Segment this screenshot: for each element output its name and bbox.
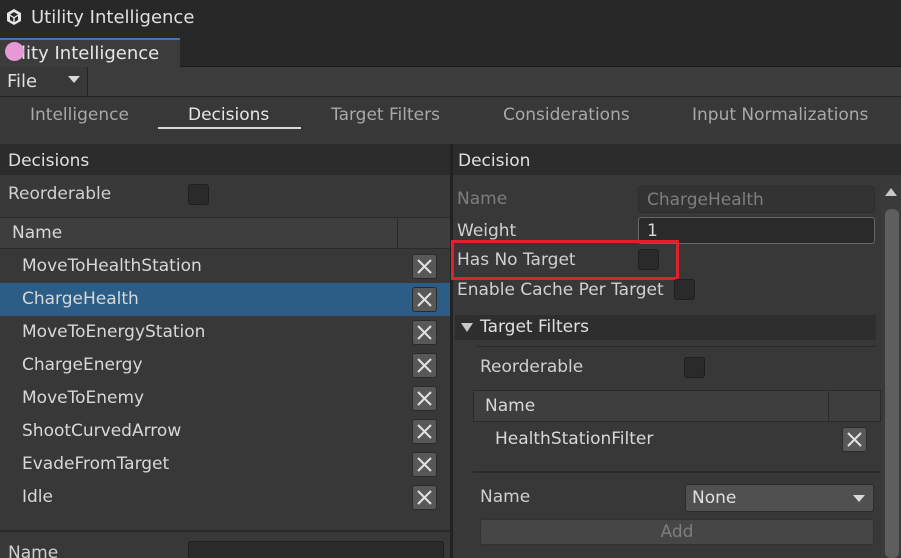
decision-row-shoot-curved-arrow[interactable]: ShootCurvedArrow — [0, 415, 450, 448]
add-filter-label: Add — [660, 522, 694, 542]
decisions-list-header: Name — [0, 217, 450, 249]
tab-intelligence[interactable]: Intelligence — [30, 105, 129, 125]
chevron-down-icon — [853, 495, 865, 502]
tab-decisions[interactable]: Decisions — [188, 105, 269, 125]
decision-row-label: ShootCurvedArrow — [22, 421, 182, 441]
foldout-arrow-icon — [461, 323, 473, 332]
new-decision-name-label: Name — [8, 543, 59, 558]
remove-button[interactable] — [412, 287, 437, 312]
remove-button[interactable] — [412, 419, 437, 444]
file-menu-label: File — [7, 71, 38, 92]
decision-name-field: ChargeHealth — [638, 186, 875, 213]
scrollbar-thumb[interactable] — [885, 209, 899, 558]
decision-name-label: Name — [457, 189, 508, 209]
target-filters-foldout[interactable]: Target Filters — [455, 315, 876, 340]
decision-row-move-to-enemy[interactable]: MoveToEnemy — [0, 382, 450, 415]
tab-input-normalizations[interactable]: Input Normalizations — [692, 105, 868, 125]
foldout-divider — [477, 346, 876, 347]
decision-row-move-to-energy-station[interactable]: MoveToEnergyStation — [0, 316, 450, 349]
tab-target-filters[interactable]: Target Filters — [331, 105, 440, 125]
decision-row-label: MoveToHealthStation — [22, 256, 202, 276]
unity-logo-icon — [7, 9, 21, 25]
new-decision-name-input[interactable] — [188, 541, 444, 558]
decision-row-label: MoveToEnergyStation — [22, 322, 206, 342]
decisions-pane-title: Decisions — [8, 151, 90, 171]
highlight-annotation — [451, 240, 679, 280]
decision-row-charge-health[interactable]: ChargeHealth — [0, 283, 450, 316]
add-filter-name-label: Name — [480, 487, 531, 507]
remove-button[interactable] — [412, 452, 437, 477]
target-filters-list-footer — [473, 471, 881, 473]
toolbar — [0, 67, 901, 97]
scroll-up-icon[interactable] — [885, 188, 897, 196]
decision-row-idle[interactable]: Idle — [0, 481, 450, 514]
remove-button[interactable] — [412, 353, 437, 378]
enable-cache-label: Enable Cache Per Target — [457, 280, 664, 300]
target-filters-reorderable-checkbox[interactable] — [684, 357, 705, 378]
close-icon — [417, 259, 432, 274]
weight-label: Weight — [457, 221, 517, 241]
remove-button[interactable] — [412, 485, 437, 510]
filter-select-value: None — [692, 488, 737, 508]
close-icon — [847, 432, 862, 447]
decision-inspector-title: Decision — [458, 151, 531, 171]
dropdown-arrow-icon — [68, 76, 80, 83]
close-icon — [417, 292, 432, 307]
decision-row-label: MoveToEnemy — [22, 388, 145, 408]
tab-considerations[interactable]: Considerations — [503, 105, 630, 125]
decision-row-move-to-health-station[interactable]: MoveToHealthStation — [0, 250, 450, 283]
remove-button[interactable] — [412, 320, 437, 345]
target-filter-row-health-station-filter[interactable]: HealthStationFilter — [473, 423, 881, 456]
decision-row-evade-from-target[interactable]: EvadeFromTarget — [0, 448, 450, 481]
enable-cache-checkbox[interactable] — [674, 279, 695, 300]
decision-row-label: Idle — [22, 487, 53, 507]
remove-filter-button[interactable] — [842, 427, 867, 452]
close-icon — [417, 490, 432, 505]
cursor-marker-icon — [5, 42, 24, 61]
decision-row-label: ChargeHealth — [22, 289, 139, 309]
list-header-divider — [397, 217, 398, 249]
decision-row-label: EvadeFromTarget — [22, 454, 170, 474]
reorderable-label: Reorderable — [8, 184, 112, 204]
list-footer-divider — [0, 530, 450, 532]
decision-row-charge-energy[interactable]: ChargeEnergy — [0, 349, 450, 382]
target-filters-reorderable-label: Reorderable — [480, 357, 584, 377]
target-filters-list-header: Name — [473, 390, 881, 422]
add-filter-button[interactable]: Add — [480, 519, 874, 545]
window-title: Utility Intelligence — [31, 7, 195, 28]
close-icon — [417, 457, 432, 472]
remove-button[interactable] — [412, 254, 437, 279]
reorderable-checkbox[interactable] — [188, 184, 209, 205]
decisions-pane-header: Decisions — [0, 144, 450, 175]
decision-inspector-header: Decision — [453, 144, 901, 175]
file-menu-button[interactable]: File — [0, 67, 88, 96]
close-icon — [417, 424, 432, 439]
window-tab-label: tility Intelligence — [9, 43, 160, 64]
window-tab[interactable]: tility Intelligence — [0, 38, 180, 67]
target-filters-list-header-name: Name — [485, 396, 536, 416]
decision-row-label: ChargeEnergy — [22, 355, 143, 375]
target-filter-row-label: HealthStationFilter — [495, 429, 654, 449]
filter-select-dropdown[interactable]: None — [685, 484, 874, 512]
close-icon — [417, 358, 432, 373]
close-icon — [417, 391, 432, 406]
sublist-header-divider — [828, 390, 829, 422]
target-filters-foldout-label: Target Filters — [480, 317, 589, 337]
list-header-name: Name — [12, 223, 63, 243]
close-icon — [417, 325, 432, 340]
active-tab-indicator — [158, 127, 301, 129]
remove-button[interactable] — [412, 386, 437, 411]
